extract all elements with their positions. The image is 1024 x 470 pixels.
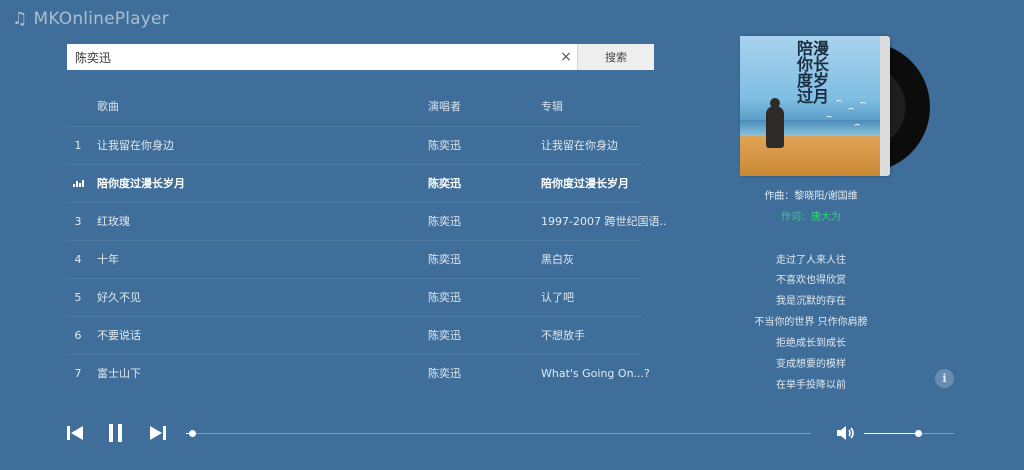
track-artist[interactable]: 陈奕迅 [428,203,461,241]
column-header-artist: 演唱者 [428,100,461,113]
track-title: 红玫瑰 [97,215,130,228]
table-row[interactable]: 4 十年 陈奕迅 黑白灰 [67,240,642,278]
lyric-line: 变成想要的模样 [776,359,846,370]
table-row[interactable]: 6 不要说话 陈奕迅 不想放手 [67,316,642,354]
search-clear-button[interactable]: × [555,44,577,70]
app-title: MKOnlinePlayer [33,9,169,29]
list-header: 歌曲 演唱者 专辑 [67,88,642,126]
song-list: 歌曲 演唱者 专辑 1 让我留在你身边 陈奕迅 让我留在你身边 陪你度过漫长岁月… [67,88,666,393]
cover-art: 陪你度过 漫长岁月 [740,36,880,176]
track-title: 让我留在你身边 [97,139,174,152]
track-artist[interactable]: 陈奕迅 [428,279,461,317]
lyricist-text: 作词：唐大为 [781,212,841,223]
track-artist[interactable]: 陈奕迅 [428,355,461,393]
track-number: 5 [74,291,82,304]
table-row[interactable]: 1 让我留在你身边 陈奕迅 让我留在你身边 [67,126,642,164]
column-header-album: 专辑 [541,100,563,113]
track-artist[interactable]: 陈奕迅 [428,127,461,165]
table-row[interactable]: 3 红玫瑰 陈奕迅 1997-2007 跨世纪国语.. [67,202,666,241]
lyric-line: 不当你的世界 只作你肩膀 [754,317,868,328]
track-number: 3 [74,215,82,228]
playing-indicator-icon [67,165,89,203]
volume-button[interactable] [835,422,857,444]
volume-fill [864,433,918,434]
progress-handle[interactable] [189,430,197,437]
cover-title-left: 陪你度过 [794,40,813,104]
track-album[interactable]: 1997-2007 跨世纪国语.. [541,203,671,241]
lyric-line: 走过了人来人往 [776,255,846,266]
album-cover: 陪你度过 漫长岁月 [740,36,930,178]
track-artist[interactable]: 陈奕迅 [428,165,461,203]
track-album[interactable]: 陪你度过漫长岁月 [541,165,671,203]
table-row[interactable]: 5 好久不见 陈奕迅 认了吧 [67,278,642,316]
volume-icon [837,426,854,440]
lyric-line: 在举手投降以前 [776,380,846,391]
column-header-title: 歌曲 [97,100,119,113]
track-album[interactable]: What's Going On...? [541,355,671,393]
track-title: 十年 [97,253,119,266]
progress-bar[interactable] [186,430,811,437]
track-album[interactable]: 让我留在你身边 [541,127,671,165]
skip-next-icon [150,426,166,440]
close-icon: × [560,49,572,65]
track-artist[interactable]: 陈奕迅 [428,241,461,279]
pause-icon [109,424,122,442]
next-button[interactable] [147,422,169,444]
track-album[interactable]: 不想放手 [541,317,671,355]
info-button[interactable]: i [935,369,954,388]
search-button[interactable]: 搜索 [577,44,654,70]
table-row-playing[interactable]: 陪你度过漫长岁月 陈奕迅 陪你度过漫长岁月 [67,164,642,202]
track-title: 陪你度过漫长岁月 [97,177,185,190]
skip-previous-icon [67,426,83,440]
track-number: 7 [74,367,82,380]
lyric-line: 拒绝成长到成长 [776,338,846,349]
pause-button[interactable] [104,422,128,444]
cover-title-right: 漫长岁月 [810,40,829,104]
table-row[interactable]: 7 富士山下 陈奕迅 What's Going On...? [67,354,650,393]
prev-button[interactable] [64,422,86,444]
lyric-line: 不喜欢也得欣赏 [776,275,846,286]
composer-text: 作曲：黎晓阳/谢国维 [764,191,858,202]
volume-handle[interactable] [915,430,922,437]
track-number: 1 [74,139,82,152]
track-album[interactable]: 认了吧 [541,279,671,317]
volume-slider[interactable] [864,430,954,437]
search-input[interactable] [67,44,555,70]
search-bar: × 搜索 [67,44,654,70]
track-album[interactable]: 黑白灰 [541,241,671,279]
music-note-icon: ♫ [12,8,28,29]
track-number: 6 [74,329,82,342]
lyric-line: 我是沉默的存在 [776,296,846,307]
track-title: 不要说话 [97,329,141,342]
track-title: 富士山下 [97,367,141,380]
app-header: ♫ MKOnlinePlayer [12,9,169,29]
track-artist[interactable]: 陈奕迅 [428,317,461,355]
track-number: 4 [74,253,82,266]
track-title: 好久不见 [97,291,141,304]
